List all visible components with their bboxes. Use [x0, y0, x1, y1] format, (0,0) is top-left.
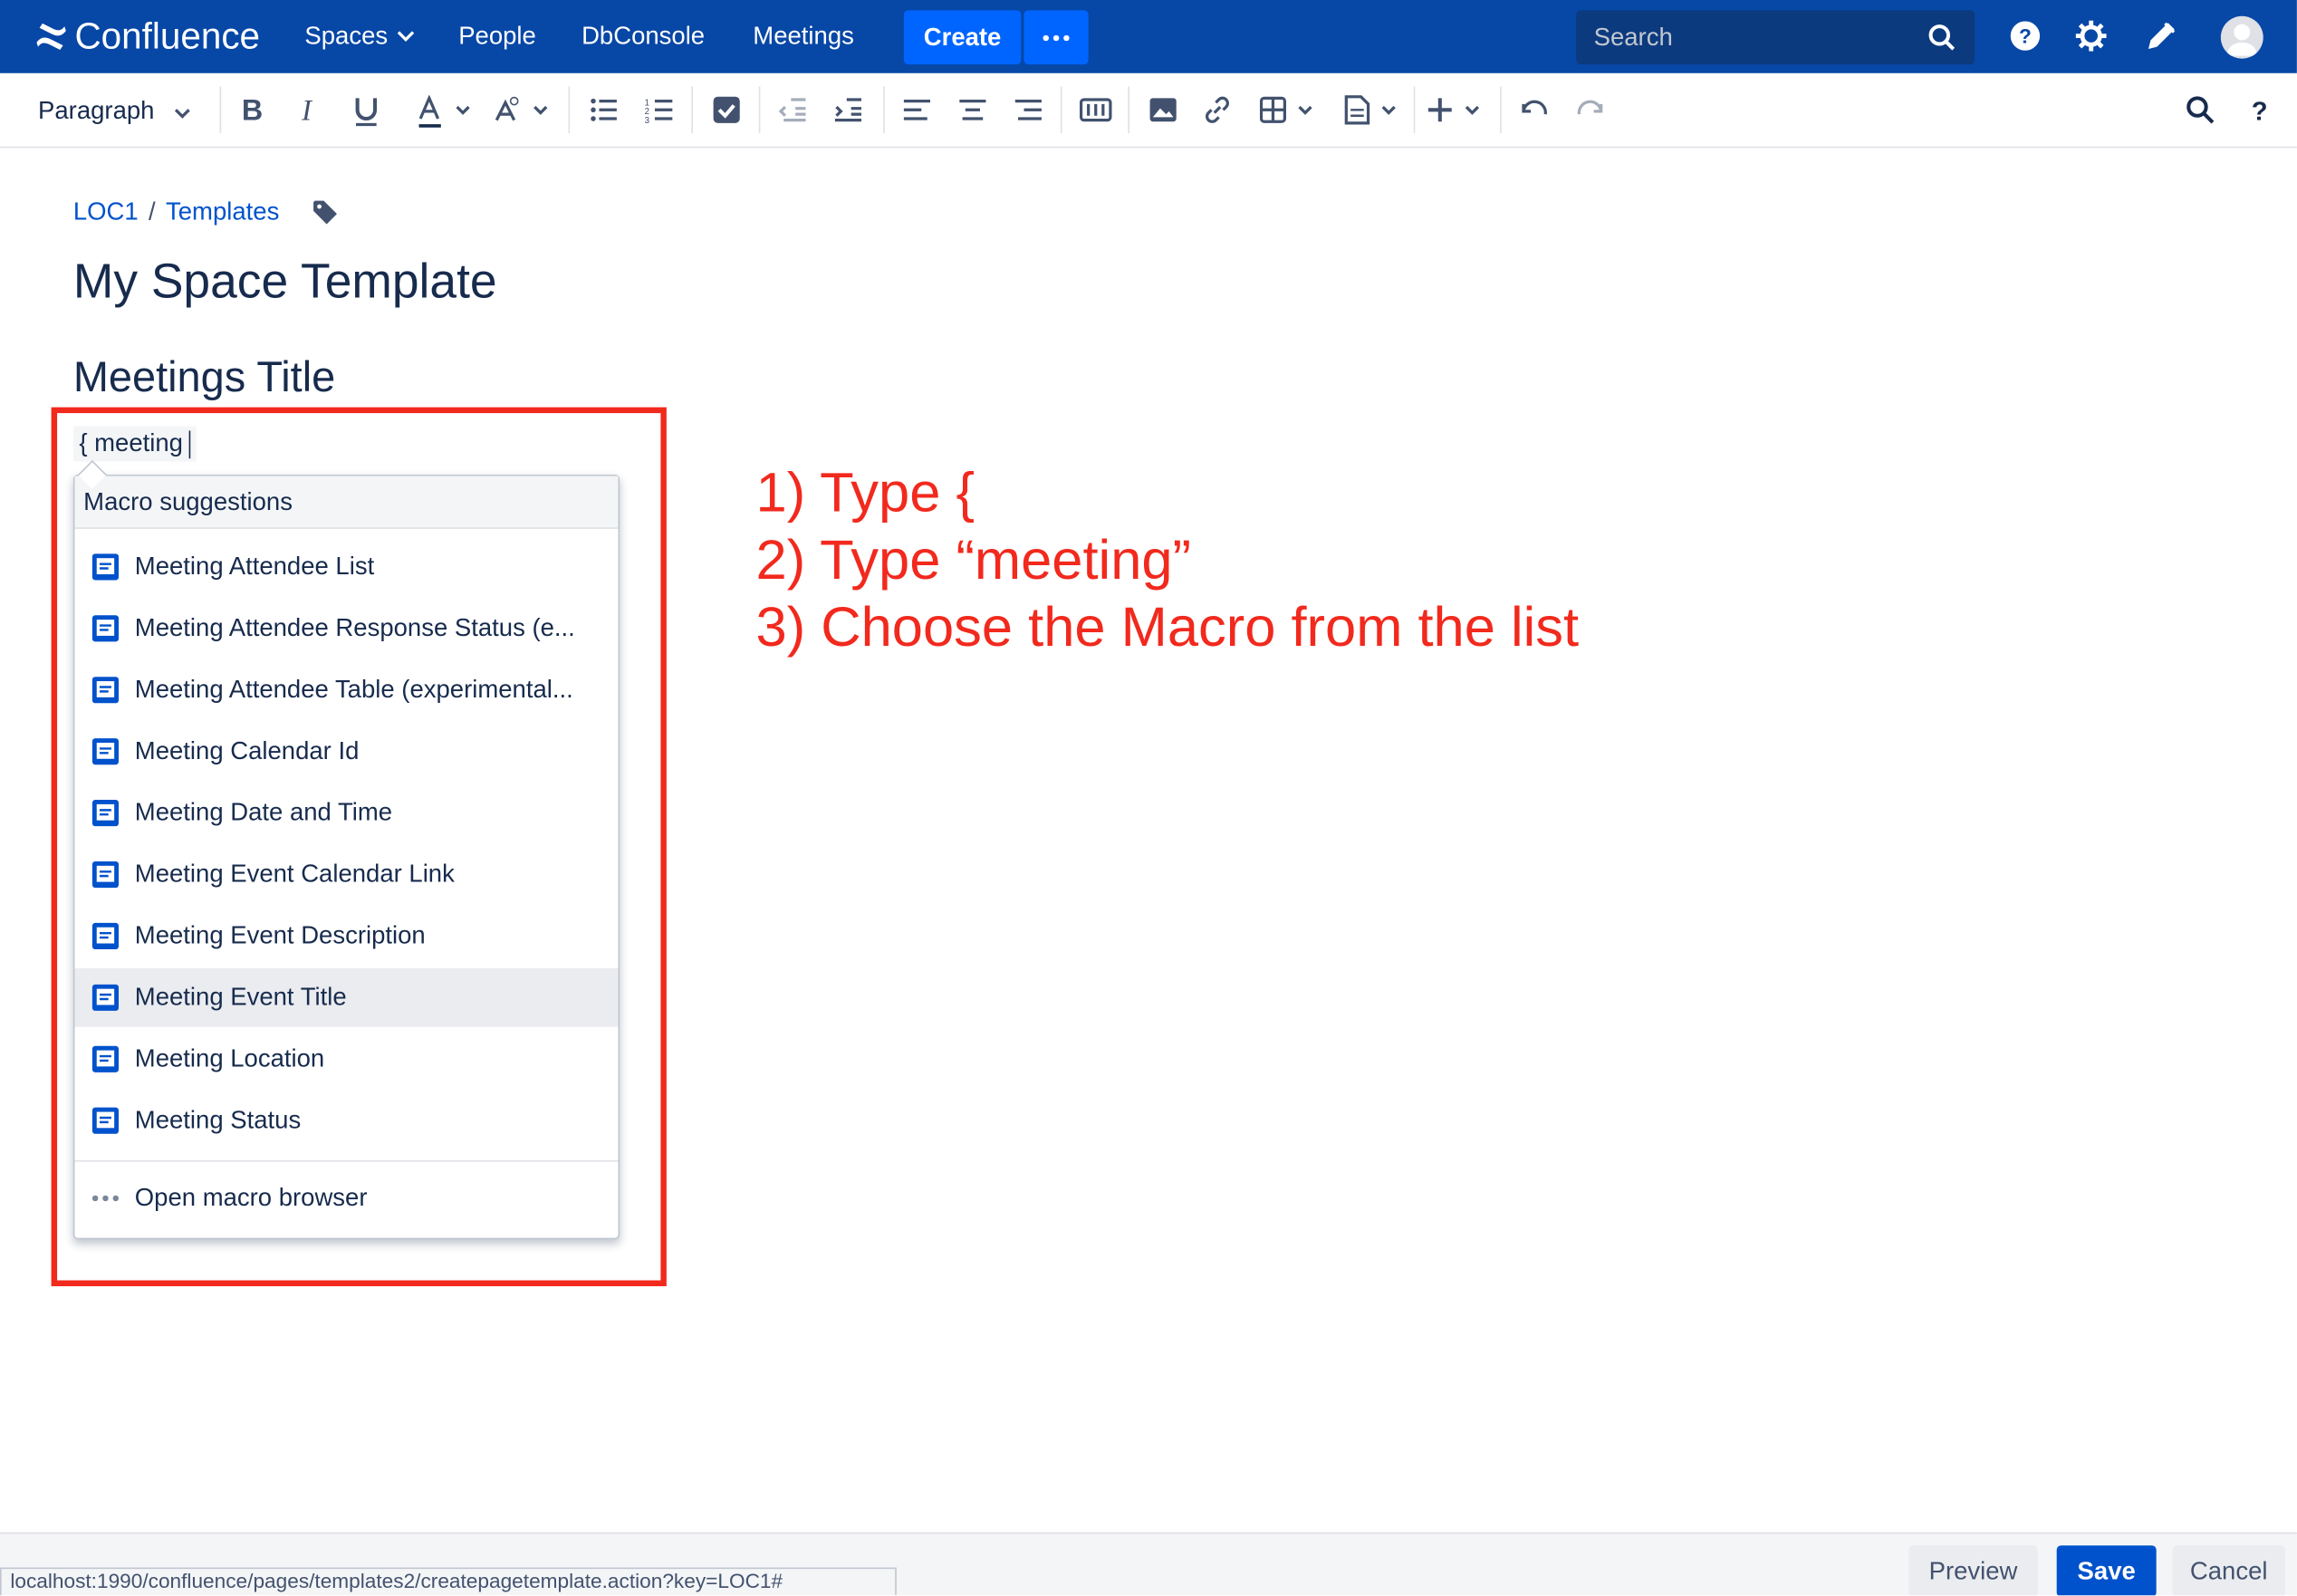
- align-right-icon[interactable]: [1014, 95, 1043, 124]
- breadcrumb-space[interactable]: LOC1: [73, 197, 139, 226]
- redo-icon[interactable]: [1576, 95, 1605, 124]
- search-input[interactable]: Search: [1576, 10, 1975, 65]
- undo-icon[interactable]: [1519, 95, 1548, 124]
- nav-spaces[interactable]: Spaces: [304, 0, 414, 73]
- brand-name: Confluence: [74, 14, 261, 57]
- confluence-icon: [36, 23, 66, 50]
- gear-icon[interactable]: [2075, 20, 2107, 52]
- outdent-icon[interactable]: [778, 95, 807, 124]
- preview-button[interactable]: Preview: [1908, 1545, 2038, 1596]
- svg-text:?: ?: [2019, 25, 2032, 48]
- template-icon[interactable]: [1343, 95, 1402, 125]
- text-style-icon[interactable]: [494, 95, 553, 128]
- svg-text:?: ?: [2252, 98, 2268, 125]
- find-icon[interactable]: [2186, 95, 2215, 124]
- more-create-button[interactable]: [1024, 10, 1089, 65]
- bold-icon[interactable]: B: [242, 95, 265, 124]
- text-color-icon[interactable]: [416, 95, 475, 128]
- insert-more-icon[interactable]: [1427, 95, 1485, 124]
- annotation-instructions: 1) Type { 2) Type “meeting” 3) Choose th…: [756, 460, 1580, 662]
- underline-icon[interactable]: [353, 95, 380, 128]
- chevron-down-icon: [397, 31, 414, 42]
- task-checkbox-icon[interactable]: [712, 95, 741, 124]
- notifications-icon[interactable]: [2146, 21, 2177, 52]
- cancel-button[interactable]: Cancel: [2172, 1545, 2285, 1596]
- avatar[interactable]: [2220, 15, 2263, 59]
- annotation-step-1: 1) Type {: [755, 463, 975, 524]
- annotation-highlight-box: [51, 407, 667, 1286]
- nav-meetings[interactable]: Meetings: [753, 0, 854, 73]
- chevron-down-icon: [175, 109, 191, 119]
- svg-text:I: I: [301, 95, 313, 124]
- indent-icon[interactable]: [833, 95, 862, 124]
- status-bar-url: localhost:1990/confluence/pages/template…: [0, 1567, 897, 1596]
- italic-icon[interactable]: I: [299, 95, 322, 124]
- paragraph-style-dropdown[interactable]: Paragraph: [38, 97, 191, 126]
- image-icon[interactable]: [1148, 95, 1177, 124]
- user-icon: [2226, 24, 2258, 56]
- align-left-icon[interactable]: [902, 95, 931, 124]
- confluence-logo[interactable]: Confluence: [35, 15, 260, 58]
- nav-dbconsole[interactable]: DbConsole: [581, 0, 705, 73]
- section-heading[interactable]: Meetings Title: [73, 354, 335, 402]
- create-button[interactable]: Create: [903, 10, 1022, 65]
- nav-people[interactable]: People: [458, 0, 536, 73]
- breadcrumb: LOC1 / Templates: [73, 197, 338, 226]
- top-navigation: Confluence Spaces People DbConsole Meeti…: [0, 0, 2297, 73]
- annotation-step-3: 3) Choose the Macro from the list: [755, 597, 1580, 659]
- svg-text:3: 3: [645, 116, 649, 125]
- label-tag-icon[interactable]: [312, 199, 338, 226]
- link-icon[interactable]: [1203, 95, 1232, 124]
- page-layout-icon[interactable]: [1079, 95, 1112, 124]
- save-button[interactable]: Save: [2056, 1545, 2157, 1596]
- editor-toolbar: Paragraph B I 123 ?: [0, 72, 2297, 149]
- help-icon[interactable]: ?: [2250, 95, 2271, 125]
- more-dots-icon: [1043, 34, 1070, 41]
- bullet-list-icon[interactable]: [589, 95, 618, 124]
- align-center-icon[interactable]: [958, 95, 987, 124]
- page-title[interactable]: My Space Template: [73, 254, 497, 309]
- annotation-step-2: 2) Type “meeting”: [755, 530, 1192, 592]
- breadcrumb-separator: /: [149, 197, 156, 226]
- breadcrumb-templates[interactable]: Templates: [166, 197, 279, 226]
- svg-text:B: B: [242, 95, 263, 124]
- help-icon[interactable]: ?: [2010, 21, 2041, 52]
- search-icon: [1928, 24, 1956, 51]
- numbered-list-icon[interactable]: 123: [645, 95, 674, 124]
- table-icon[interactable]: [1259, 95, 1319, 124]
